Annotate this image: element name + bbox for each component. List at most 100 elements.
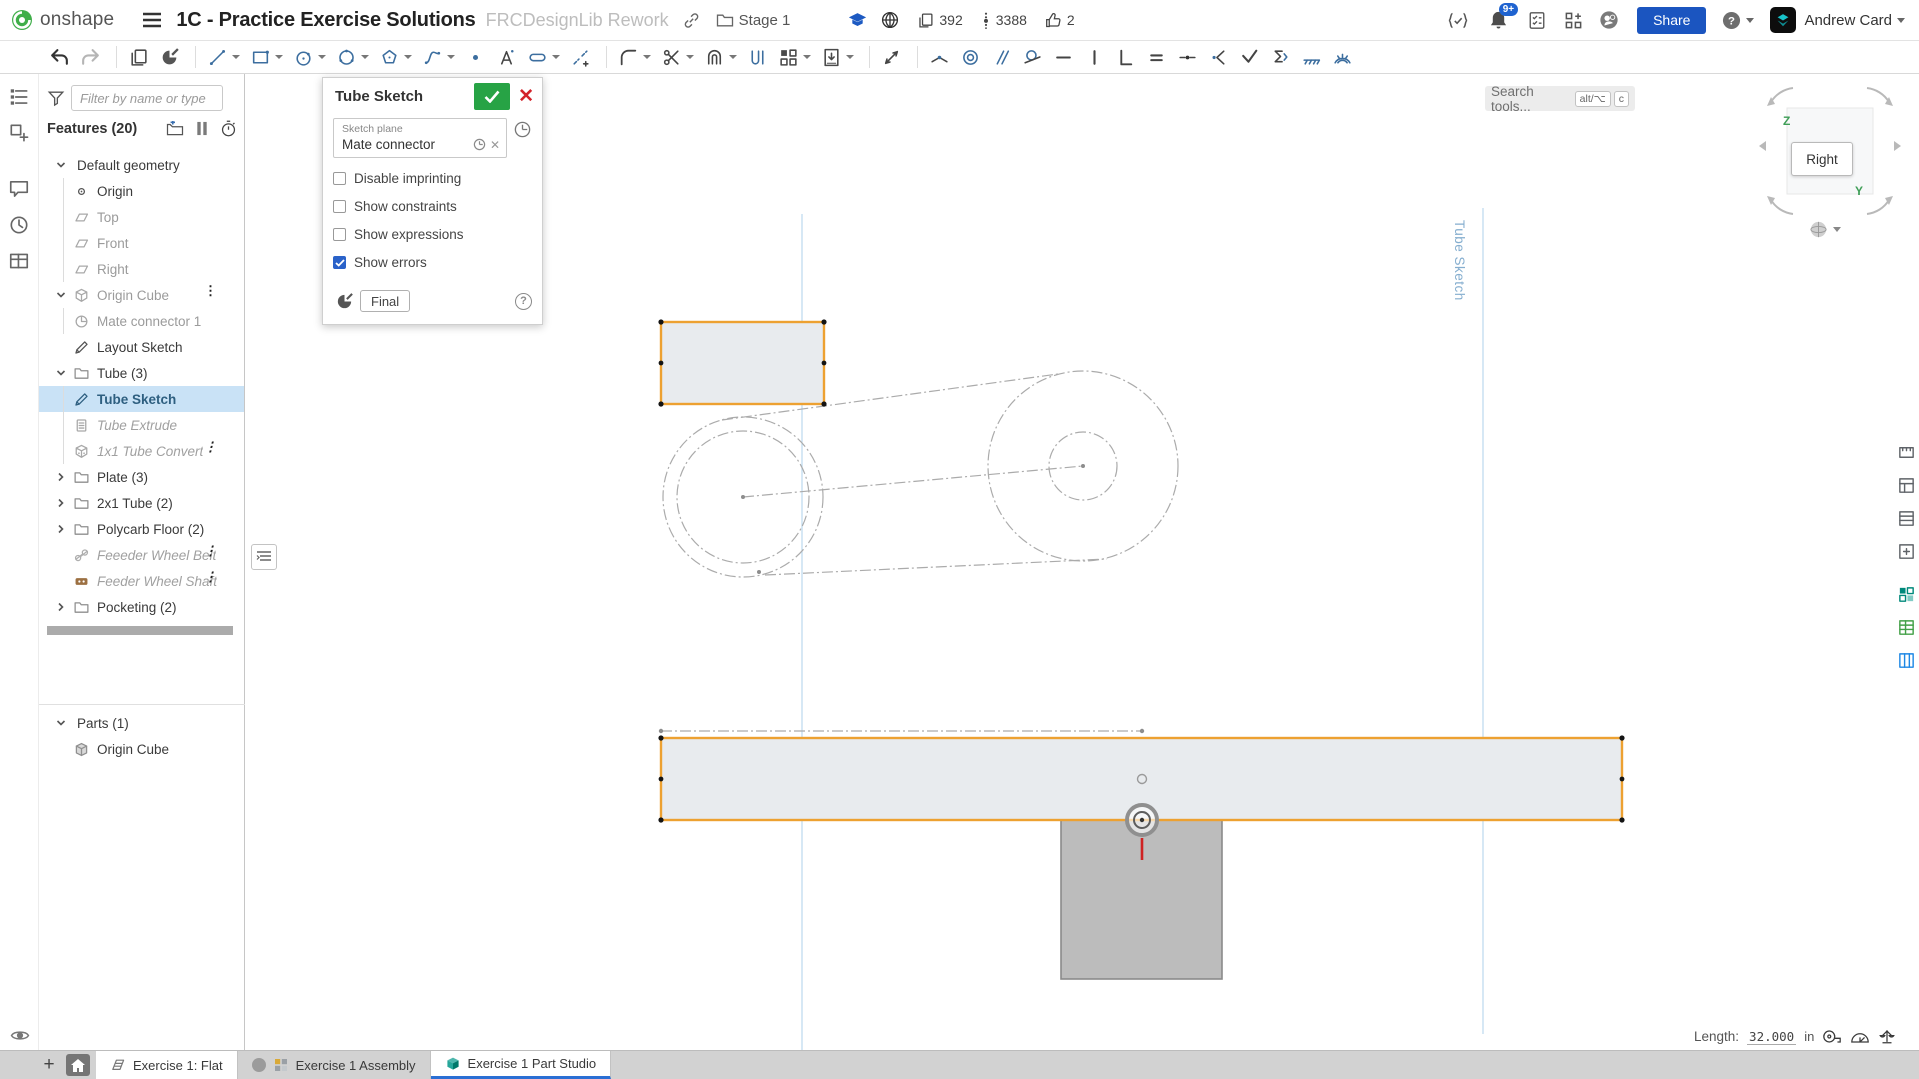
expander-open-icon[interactable] <box>51 290 71 300</box>
tree-item-layout-sketch[interactable]: Layout Sketch <box>39 334 244 360</box>
public-globe-icon[interactable] <box>881 11 899 29</box>
dialog-help-icon[interactable]: ? <box>515 293 532 310</box>
tree-item-feeder-wheel-shaft[interactable]: Feeder Wheel Shaft⋮ <box>39 568 244 594</box>
perpendicular-tool[interactable] <box>1112 45 1139 70</box>
link-icon[interactable] <box>683 12 700 29</box>
cancel-button[interactable]: ✕ <box>518 87 534 106</box>
tree-item-plate-3-[interactable]: Plate (3) <box>39 464 244 490</box>
suppress-pause-icon[interactable] <box>196 121 208 136</box>
horizontal-tool[interactable] <box>1050 45 1077 70</box>
center-circle-tool[interactable] <box>290 45 329 70</box>
tree-item-pocketing-2-[interactable]: Pocketing (2) <box>39 594 244 620</box>
copy-properties-tool[interactable] <box>125 45 152 70</box>
feature-list-icon[interactable] <box>8 86 30 108</box>
final-button[interactable]: Final <box>360 290 410 312</box>
tree-item-default-geometry[interactable]: Default geometry <box>39 152 244 178</box>
tree-item-1x1-tube-convert[interactable]: 1x1 Tube Convert⋮ <box>39 438 244 464</box>
tab-exercise-1-part-studio[interactable]: Exercise 1 Part Studio <box>431 1051 612 1079</box>
tree-item-polycarb-floor-2-[interactable]: Polycarb Floor (2) <box>39 516 244 542</box>
expander-closed-icon[interactable] <box>51 524 71 534</box>
tree-item-parts-header[interactable]: Parts (1) <box>39 710 129 736</box>
tree-item-tube-extrude[interactable]: Tube Extrude <box>39 412 244 438</box>
user-name[interactable]: Andrew Card <box>1804 12 1892 29</box>
accept-button[interactable] <box>474 83 510 110</box>
spline-dropdown-icon[interactable] <box>447 55 455 59</box>
isolate-panel-icon[interactable] <box>1895 441 1918 464</box>
checkbox-box[interactable] <box>333 172 346 185</box>
pierce-tool[interactable] <box>1267 45 1294 70</box>
coincident-tool[interactable] <box>926 45 953 70</box>
center-circle-dropdown-icon[interactable] <box>318 55 326 59</box>
checkbox-box[interactable] <box>333 228 346 241</box>
featurescript-check-icon[interactable] <box>1447 11 1469 30</box>
tree-item-feeeder-wheel-belt[interactable]: Feeeder Wheel Belt⋮ <box>39 542 244 568</box>
view-options-button[interactable] <box>1809 220 1841 239</box>
search-tools-input[interactable]: Search tools... alt/⌥ c <box>1485 86 1635 111</box>
corner-rectangle-dropdown-icon[interactable] <box>275 55 283 59</box>
variables-icon[interactable] <box>8 250 30 272</box>
pattern-tool[interactable] <box>775 45 814 70</box>
normal-tool[interactable] <box>1205 45 1232 70</box>
help-icon[interactable]: ? <box>1722 11 1741 30</box>
drag-handle-dots[interactable]: ⋮ <box>204 572 210 581</box>
appearance-panel-icon[interactable] <box>1895 540 1918 563</box>
add-tab-button[interactable]: + <box>34 1051 64 1079</box>
fillet-tool[interactable] <box>615 45 654 70</box>
polygon-dropdown-icon[interactable] <box>404 55 412 59</box>
construction-tool[interactable] <box>567 45 594 70</box>
equal-tool[interactable] <box>1143 45 1170 70</box>
onshape-logo[interactable]: onshape <box>10 8 114 32</box>
concentric-tool[interactable] <box>957 45 984 70</box>
menu-icon[interactable] <box>142 12 162 28</box>
filter-input[interactable] <box>71 85 223 111</box>
view-cube[interactable]: Z Y Right <box>1753 80 1919 240</box>
expander-closed-icon[interactable] <box>51 602 71 612</box>
tab-exercise-1-assembly[interactable]: Exercise 1 Assembly <box>238 1051 431 1079</box>
named-views-panel-icon[interactable] <box>1895 507 1918 530</box>
perimeter-circle-dropdown-icon[interactable] <box>361 55 369 59</box>
checkbox-show-constraints[interactable]: Show constraints <box>333 199 532 214</box>
offset-tool[interactable] <box>701 45 740 70</box>
expander-closed-icon[interactable] <box>51 472 71 482</box>
tube-profile-small[interactable] <box>661 322 824 404</box>
tangent-tool[interactable] <box>1019 45 1046 70</box>
avatar[interactable] <box>1770 7 1796 33</box>
insert-item-icon[interactable] <box>8 122 30 144</box>
share-button[interactable]: Share <box>1637 7 1706 34</box>
sketch-text-tool[interactable] <box>493 45 520 70</box>
expander-closed-icon[interactable] <box>51 498 71 508</box>
line-dropdown-icon[interactable] <box>232 55 240 59</box>
midpoint-tool[interactable] <box>1174 45 1201 70</box>
add-folder-icon[interactable] <box>166 121 184 136</box>
point-tool[interactable] <box>462 45 489 70</box>
trim-dropdown-icon[interactable] <box>686 55 694 59</box>
sketch-state-icon[interactable] <box>335 292 354 311</box>
configurations-panel-icon[interactable] <box>1895 649 1918 672</box>
sketch-plane-field[interactable]: Sketch plane Mate connector ✕ <box>333 118 507 158</box>
symmetric-tool[interactable] <box>1236 45 1263 70</box>
use-project-tool[interactable] <box>744 45 771 70</box>
workspace-label[interactable]: Stage 1 <box>739 12 791 29</box>
release-tasks-icon[interactable] <box>1528 11 1546 30</box>
comments-icon[interactable] <box>8 178 30 200</box>
offset-dropdown-icon[interactable] <box>729 55 737 59</box>
home-tab-button[interactable] <box>66 1054 90 1076</box>
history-stopwatch-icon[interactable] <box>220 120 237 137</box>
section-view-panel-icon[interactable] <box>1895 474 1918 497</box>
spectators-eye-icon[interactable] <box>10 1028 30 1043</box>
thumbs-up-icon[interactable] <box>1045 12 1062 29</box>
insert-dxf-tool[interactable] <box>818 45 857 70</box>
tree-item-origin[interactable]: Origin <box>39 178 244 204</box>
sketch-mode-tool[interactable] <box>156 45 183 70</box>
tree-item-tube-3-[interactable]: Tube (3) <box>39 360 244 386</box>
parallel-tool[interactable] <box>988 45 1015 70</box>
learning-center-icon[interactable] <box>1599 10 1619 30</box>
vertical-tool[interactable] <box>1081 45 1108 70</box>
apps-grid-icon[interactable] <box>1564 11 1583 30</box>
bom-table-panel-icon[interactable] <box>1895 616 1918 639</box>
drag-handle-dots[interactable]: ⋮ <box>204 546 210 555</box>
tree-item-front[interactable]: Front <box>39 230 244 256</box>
tree-item-mate-connector-1[interactable]: Mate connector 1 <box>39 308 244 334</box>
tree-item-top[interactable]: Top <box>39 204 244 230</box>
expander-open-icon[interactable] <box>51 160 71 170</box>
